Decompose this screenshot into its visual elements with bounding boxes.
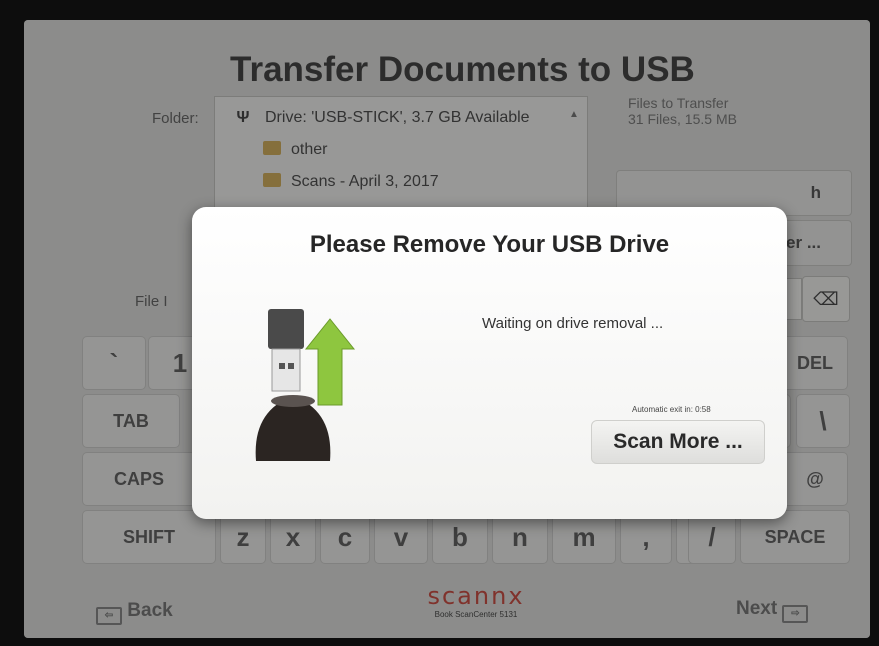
scanner-screen: Transfer Documents to USB Folder: Ψ Drive… (24, 20, 870, 638)
remove-usb-dialog: Please Remove Your USB Drive Waiting on … (192, 207, 787, 519)
usb-connector (271, 348, 301, 392)
auto-exit-countdown: Automatic exit in: 0:58 (632, 405, 711, 414)
dialog-title: Please Remove Your USB Drive (309, 231, 670, 258)
usb-stick-body (268, 309, 304, 349)
scan-more-button[interactable]: Scan More ... (591, 420, 765, 464)
dialog-message: Waiting on drive removal ... (482, 315, 664, 332)
usb-removal-illustration (255, 309, 356, 461)
up-arrow-icon (304, 318, 356, 406)
